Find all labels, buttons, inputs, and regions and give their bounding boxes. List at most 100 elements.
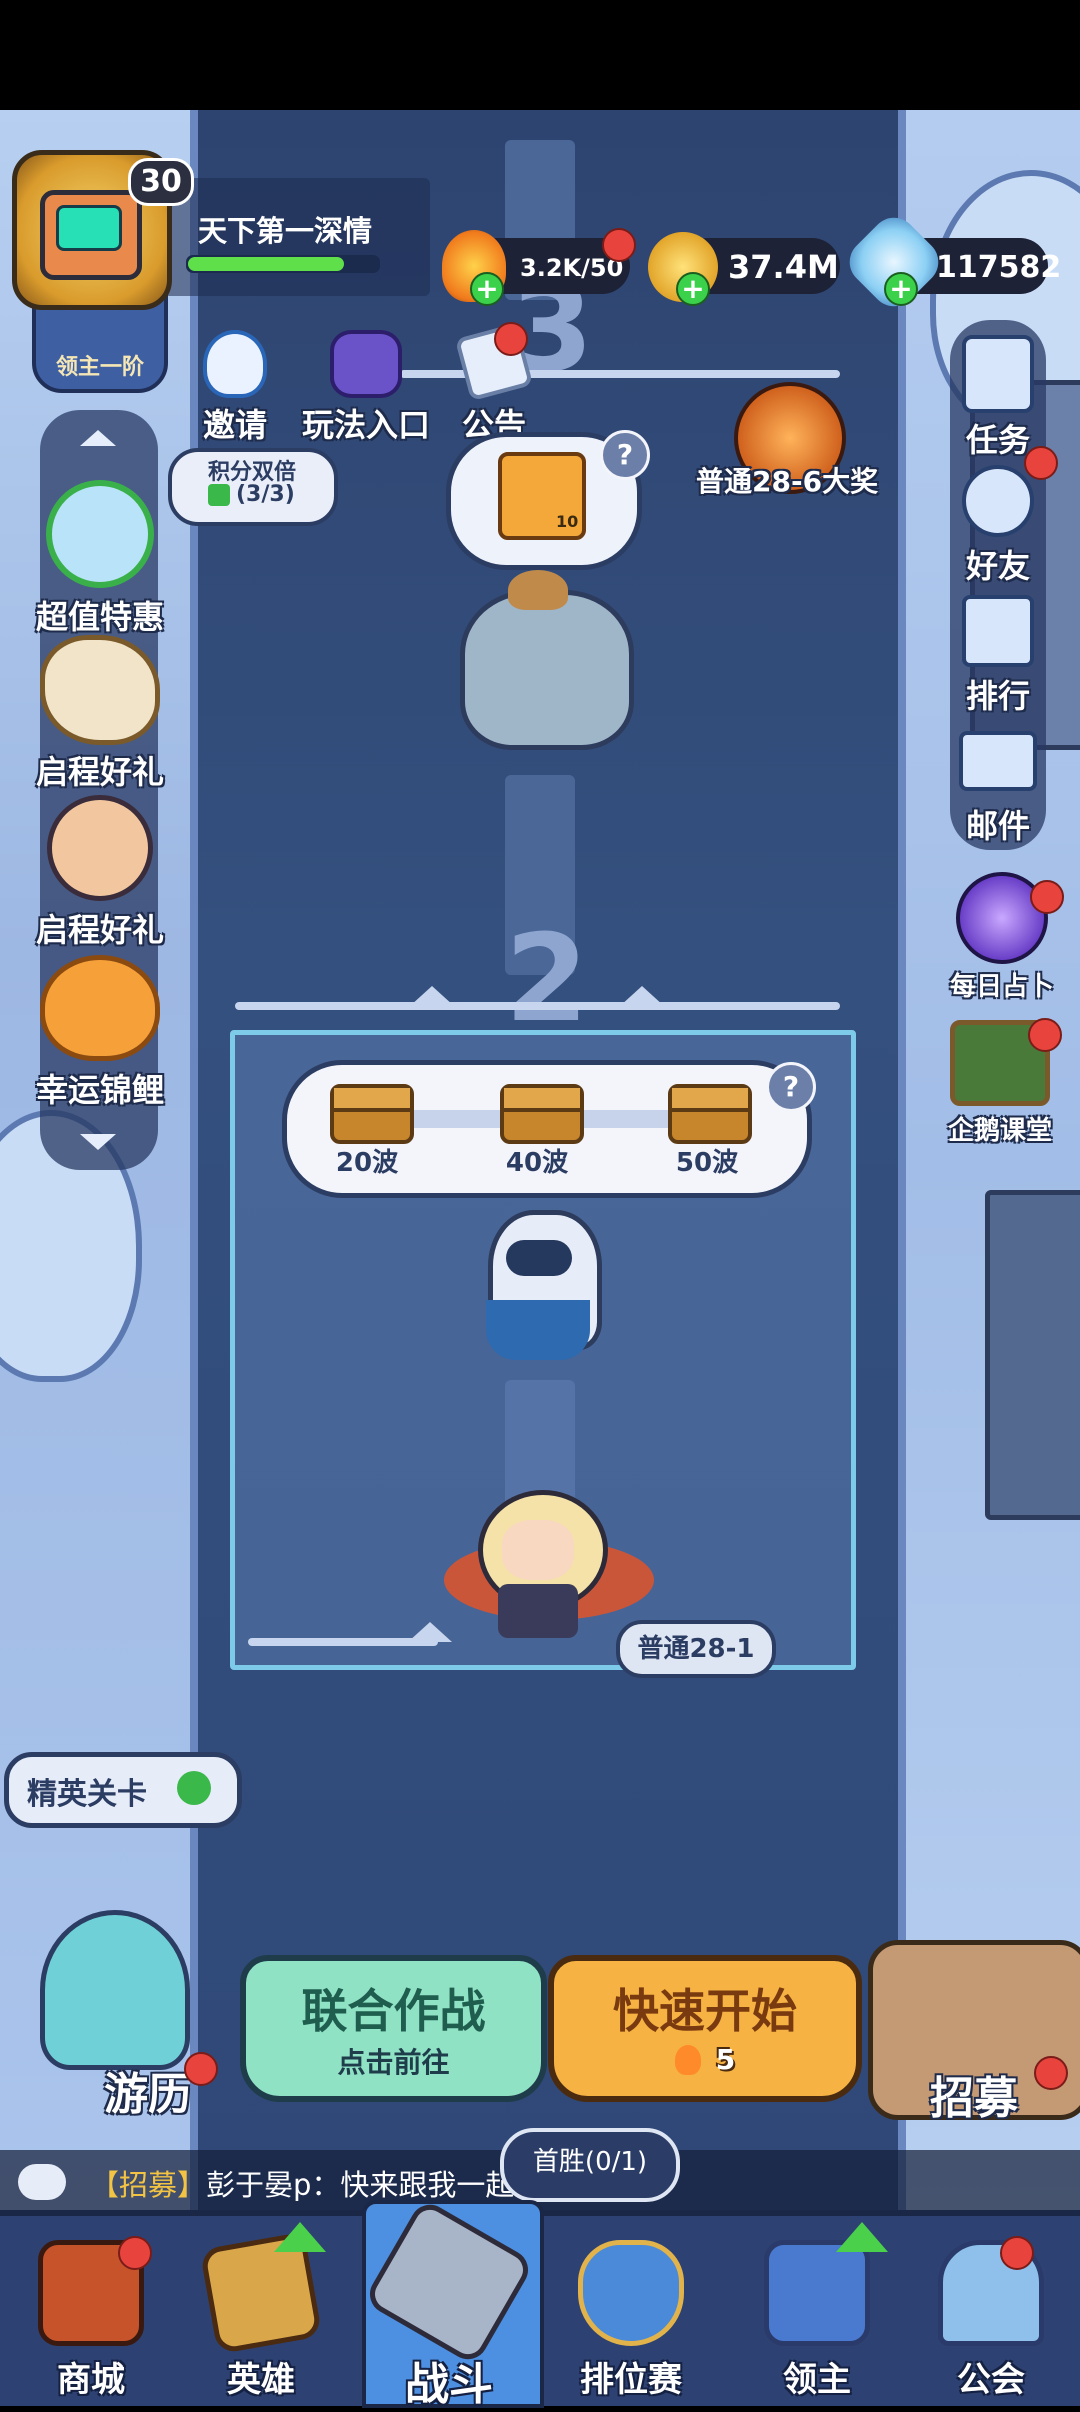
chat-message[interactable]: 【招募】彭于晏p：快来跟我一起 [90,2162,514,2204]
crystal-reward-count: 10 [556,512,579,531]
player-name: 天下第一深情 [198,214,373,248]
lord-upgrade-arrow-icon [836,2222,888,2252]
right-menu-label: 邮件 [965,807,1030,845]
wave-chest-40[interactable] [500,1084,584,1144]
divider-notch [620,986,664,1006]
nav-guild-label: 公会 [957,2360,1025,2400]
gameplay-entry-label: 玩法入口 [301,406,430,444]
checklist-icon [962,335,1034,413]
nav-lord-label: 领主 [783,2360,851,2400]
hot-air-balloon-icon[interactable] [40,1910,190,2070]
right-menu-item-ranking[interactable]: 排行 [940,595,1056,717]
snowy-house [985,1190,1080,1520]
wave-chest-20[interactable] [330,1084,414,1144]
stage-number-middle: 2 [505,910,589,1049]
wave-label-40: 40波 [505,1148,569,1178]
quick-start-button[interactable]: 快速开始 5 [548,1955,862,2102]
xp-bar-fill [188,257,344,271]
recruit-notification-dot [1034,2056,1068,2090]
player-level-badge: 30 [128,158,194,206]
divination-notification-dot [1030,880,1064,914]
travel-label[interactable]: 游历 [104,2058,192,2122]
energy-notification-dot [602,228,636,262]
left-menu-label: 超值特惠 [35,598,164,636]
chat-channel-tag: 【招募】 [90,2168,207,2202]
wave-label-50: 50波 [675,1148,739,1178]
divider-notch [410,986,454,1006]
nav-battle[interactable]: 战斗 [362,2197,536,2410]
scroll-down-icon[interactable] [80,1134,116,1150]
heroes-upgrade-arrow-icon [274,2222,326,2252]
left-menu-item-lucky-koi[interactable]: 幸运锦鲤 [20,955,180,1111]
avatar-robot-screen [56,205,122,251]
gems-plus-icon[interactable]: + [884,272,918,306]
points-double-count: (3/3) [236,482,295,507]
ticket-icon [208,484,230,506]
wave-chest-50[interactable] [668,1084,752,1144]
reward-help-icon[interactable]: ? [600,430,650,480]
scroll-up-icon[interactable] [80,430,116,446]
koi-fish-icon [40,955,160,1061]
energy-flame-icon [674,2044,701,2075]
notice-notification-dot [494,322,528,356]
xp-bar [186,255,380,273]
nav-battle-label: 战斗 [405,2359,493,2410]
elite-stage-button[interactable]: 精英关卡 [4,1752,242,1828]
first-win-bubble[interactable]: 首胜(0/1) [500,2128,680,2202]
hero-body [498,1584,578,1638]
penguin-class-notification-dot [1028,1018,1062,1052]
right-menu-label: 排行 [965,677,1030,715]
friends-icon [962,465,1034,537]
left-menu-item-start-gift-1[interactable]: 启程好礼 [20,635,180,793]
energy-plus-icon[interactable]: + [470,272,504,306]
guild-notification-dot [1000,2236,1034,2270]
nav-ranked[interactable]: 排位赛 [546,2210,716,2400]
gold-plus-icon[interactable]: + [676,272,710,306]
hero-portrait-icon [47,795,153,901]
chest-icon [668,1084,752,1144]
hero-face [502,1520,574,1580]
nav-heroes-label: 英雄 [227,2360,295,2400]
yeti-hair [508,570,568,610]
quick-start-title: 快速开始 [613,1984,797,2038]
daily-divination-label: 每日占卜 [949,972,1054,1002]
shop-notification-dot [118,2236,152,2270]
left-menu-item-value-deal[interactable]: 超值特惠 [20,480,180,638]
podium-icon [962,595,1034,667]
left-menu-label: 幸运锦鲤 [35,1071,164,1109]
left-menu-label: 启程好礼 [35,911,164,949]
monster-gamepad-icon [330,330,402,398]
stopwatch-icon [46,480,154,588]
gameplay-entry-button[interactable]: 玩法入口 [296,330,436,446]
envelope-icon [959,731,1037,791]
wave-label-20: 20波 [335,1148,399,1178]
rank-label: 领主一阶 [55,355,144,380]
right-menu-item-mail[interactable]: 邮件 [940,725,1056,847]
right-menu-item-friends[interactable]: 好友 [940,465,1056,587]
chest-icon [330,1084,414,1144]
quick-start-cost: 5 [715,2043,736,2076]
travel-notification-dot [184,2052,218,2086]
wave-help-icon[interactable]: ? [766,1062,816,1112]
ghost-mage-robe [486,1300,590,1360]
lord-banner-icon [764,2240,870,2346]
points-double-bubble[interactable]: 积分双倍 (3/3) [168,448,338,526]
current-stage-tag[interactable]: 普通28-1 [616,1620,776,1678]
left-menu-item-start-gift-2[interactable]: 启程好礼 [20,795,180,951]
gems-value: 117582 [936,250,1062,285]
refresh-icon [177,1771,211,1805]
nav-ranked-label: 排位赛 [580,2360,682,2400]
nav-shop-label: 商城 [57,2360,125,2400]
penguin-invite-icon [203,330,267,398]
right-menu-item-tasks[interactable]: 任务 [940,335,1056,461]
ghost-mage-visor [506,1240,572,1276]
phoenix-gift-icon [40,635,160,745]
left-menu-label: 启程好礼 [35,753,164,791]
chat-bubble-icon[interactable] [18,2164,66,2200]
nav-guild[interactable]: 公会 [906,2210,1076,2400]
nav-shop[interactable]: 商城 [6,2210,176,2400]
coop-battle-button[interactable]: 联合作战 点击前往 [240,1955,547,2102]
invite-button[interactable]: 邀请 [200,330,270,446]
recruit-label[interactable]: 招募 [930,2062,1018,2126]
status-bar [0,0,1080,110]
